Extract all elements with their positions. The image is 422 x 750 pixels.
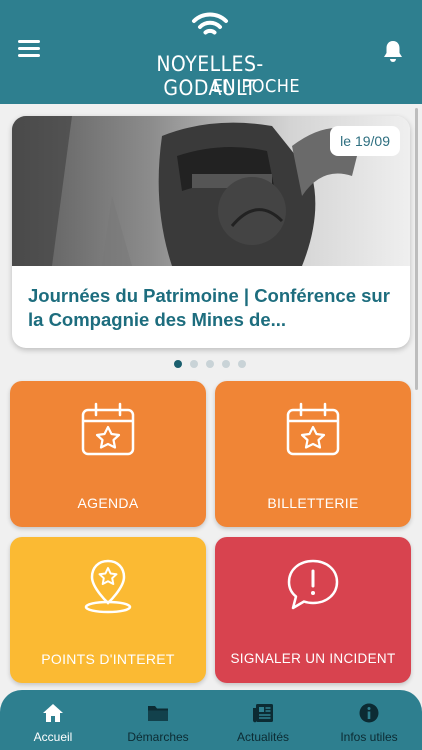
signaler-incident-tile[interactable]: SIGNALER UN INCIDENT xyxy=(215,537,411,683)
agenda-tile[interactable]: AGENDA xyxy=(10,381,206,527)
app-logo: NOYELLES-GODAULT EN POCHE xyxy=(110,10,310,100)
info-icon xyxy=(359,703,379,723)
calendar-star-icon xyxy=(286,402,340,456)
points-interet-label: POINTS D'INTERET xyxy=(41,651,175,667)
carousel-dot-5[interactable] xyxy=(238,360,246,368)
app-header: NOYELLES-GODAULT EN POCHE xyxy=(0,0,422,104)
hamburger-icon[interactable] xyxy=(18,40,40,58)
tab-accueil-label: Accueil xyxy=(33,730,73,744)
signaler-incident-label: SIGNALER UN INCIDENT xyxy=(230,651,396,666)
logo-subtitle: EN POCHE xyxy=(212,76,300,97)
scrollbar[interactable] xyxy=(415,108,418,390)
carousel-dot-2[interactable] xyxy=(190,360,198,368)
news-card[interactable]: le 19/09 Journées du Patrimoine | Confér… xyxy=(12,116,410,348)
tab-actualites[interactable]: Actualités xyxy=(218,702,308,744)
newspaper-icon xyxy=(252,704,273,723)
carousel-dot-3[interactable] xyxy=(206,360,214,368)
billetterie-tile[interactable]: BILLETTERIE xyxy=(215,381,411,527)
tab-demarches[interactable]: Démarches xyxy=(113,702,203,744)
bell-icon[interactable] xyxy=(382,39,404,63)
tab-infos-utiles[interactable]: Infos utiles xyxy=(324,702,414,744)
tab-infos-utiles-label: Infos utiles xyxy=(340,730,398,744)
map-pin-star-icon xyxy=(84,559,132,614)
carousel-dot-1[interactable] xyxy=(174,360,182,368)
tab-demarches-label: Démarches xyxy=(127,730,189,744)
date-badge: le 19/09 xyxy=(330,126,400,156)
wifi-icon xyxy=(192,12,228,35)
billetterie-label: BILLETTERIE xyxy=(267,495,359,511)
carousel-dot-4[interactable] xyxy=(222,360,230,368)
carousel-pagination xyxy=(174,360,246,368)
home-icon xyxy=(43,704,63,722)
folder-icon xyxy=(148,706,168,721)
alert-bubble-icon xyxy=(287,559,339,610)
calendar-star-icon xyxy=(81,402,135,456)
news-card-title: Journées du Patrimoine | Conférence sur … xyxy=(28,285,390,330)
points-interet-tile[interactable]: POINTS D'INTERET xyxy=(10,537,206,683)
tab-actualites-label: Actualités xyxy=(236,730,290,744)
tab-accueil[interactable]: Accueil xyxy=(8,702,98,744)
agenda-label: AGENDA xyxy=(77,495,139,511)
bottom-tab-bar: Accueil Démarches Actualités Infos utile… xyxy=(0,690,422,750)
